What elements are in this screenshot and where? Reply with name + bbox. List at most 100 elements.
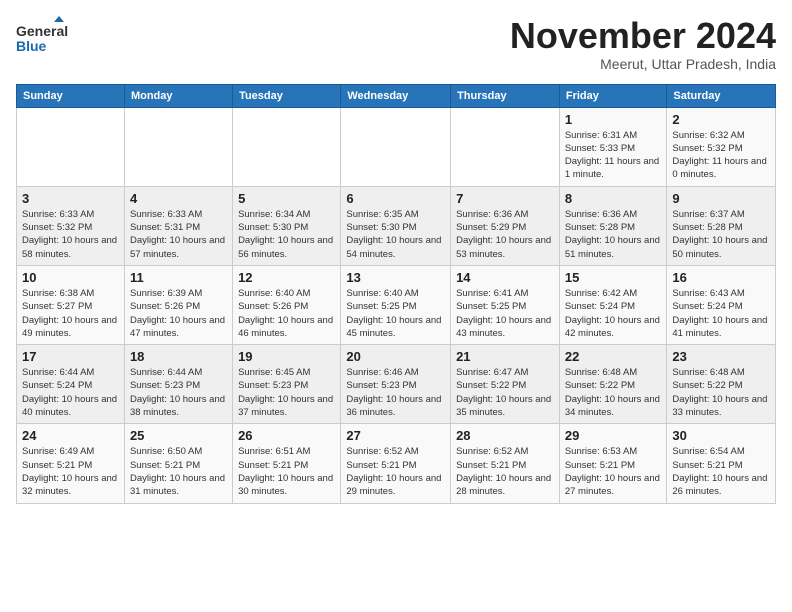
day-info: Sunrise: 6:31 AM Sunset: 5:33 PM Dayligh… bbox=[565, 129, 662, 182]
day-cell: 21Sunrise: 6:47 AM Sunset: 5:22 PM Dayli… bbox=[451, 345, 560, 424]
day-cell bbox=[17, 107, 125, 186]
day-number: 1 bbox=[565, 112, 662, 127]
day-info: Sunrise: 6:45 AM Sunset: 5:23 PM Dayligh… bbox=[238, 366, 335, 419]
day-number: 13 bbox=[346, 270, 445, 285]
day-number: 6 bbox=[346, 191, 445, 206]
day-number: 18 bbox=[130, 349, 227, 364]
day-cell: 5 Sunrise: 6:34 AM Sunset: 5:30 PM Daylig… bbox=[233, 186, 341, 265]
day-number: 26 bbox=[238, 428, 335, 443]
calendar-body: 1 Sunrise: 6:31 AM Sunset: 5:33 PM Daylig… bbox=[17, 107, 776, 503]
day-cell bbox=[341, 107, 451, 186]
day-number: 23 bbox=[672, 349, 770, 364]
day-number: 9 bbox=[672, 191, 770, 206]
day-info: Sunrise: 6:36 AM Sunset: 5:29 PM Dayligh… bbox=[456, 208, 554, 261]
header-row: SundayMondayTuesdayWednesdayThursdayFrid… bbox=[17, 84, 776, 107]
day-number: 28 bbox=[456, 428, 554, 443]
day-cell: 22 Sunrise: 6:48 AM Sunset: 5:22 PM Dayli… bbox=[559, 345, 667, 424]
day-info: Sunrise: 6:44 AM Sunset: 5:24 PM Dayligh… bbox=[22, 366, 119, 419]
subtitle: Meerut, Uttar Pradesh, India bbox=[510, 56, 776, 72]
day-cell: 19 Sunrise: 6:45 AM Sunset: 5:23 PM Dayli… bbox=[233, 345, 341, 424]
day-cell: 17 Sunrise: 6:44 AM Sunset: 5:24 PM Dayli… bbox=[17, 345, 125, 424]
day-number: 14 bbox=[456, 270, 554, 285]
day-cell: 20 Sunrise: 6:46 AM Sunset: 5:23 PM Dayli… bbox=[341, 345, 451, 424]
day-cell: 6 Sunrise: 6:35 AM Sunset: 5:30 PM Daylig… bbox=[341, 186, 451, 265]
day-cell: 28 Sunrise: 6:52 AM Sunset: 5:21 PM Dayli… bbox=[451, 424, 560, 503]
header: General Blue November 2024 Meerut, Uttar… bbox=[16, 16, 776, 72]
day-number: 15 bbox=[565, 270, 662, 285]
col-header-monday: Monday bbox=[124, 84, 232, 107]
day-cell: 8 Sunrise: 6:36 AM Sunset: 5:28 PM Daylig… bbox=[559, 186, 667, 265]
day-info: Sunrise: 6:39 AM Sunset: 5:26 PM Dayligh… bbox=[130, 287, 227, 340]
week-row-4: 24 Sunrise: 6:49 AM Sunset: 5:21 PM Dayli… bbox=[17, 424, 776, 503]
day-number: 4 bbox=[130, 191, 227, 206]
day-cell: 13 Sunrise: 6:40 AM Sunset: 5:25 PM Dayli… bbox=[341, 265, 451, 344]
day-info: Sunrise: 6:52 AM Sunset: 5:21 PM Dayligh… bbox=[456, 445, 554, 498]
day-number: 20 bbox=[346, 349, 445, 364]
col-header-thursday: Thursday bbox=[451, 84, 560, 107]
month-title: November 2024 bbox=[510, 16, 776, 56]
day-cell: 1 Sunrise: 6:31 AM Sunset: 5:33 PM Daylig… bbox=[559, 107, 667, 186]
week-row-1: 3Sunrise: 6:33 AM Sunset: 5:32 PM Daylig… bbox=[17, 186, 776, 265]
col-header-saturday: Saturday bbox=[667, 84, 776, 107]
day-info: Sunrise: 6:49 AM Sunset: 5:21 PM Dayligh… bbox=[22, 445, 119, 498]
day-cell: 12 Sunrise: 6:40 AM Sunset: 5:26 PM Dayli… bbox=[233, 265, 341, 344]
day-info: Sunrise: 6:42 AM Sunset: 5:24 PM Dayligh… bbox=[565, 287, 662, 340]
day-info: Sunrise: 6:44 AM Sunset: 5:23 PM Dayligh… bbox=[130, 366, 227, 419]
day-number: 25 bbox=[130, 428, 227, 443]
logo-icon: General Blue bbox=[16, 16, 68, 60]
calendar-header: SundayMondayTuesdayWednesdayThursdayFrid… bbox=[17, 84, 776, 107]
day-cell: 27 Sunrise: 6:52 AM Sunset: 5:21 PM Dayli… bbox=[341, 424, 451, 503]
day-cell: 10 Sunrise: 6:38 AM Sunset: 5:27 PM Dayli… bbox=[17, 265, 125, 344]
day-number: 8 bbox=[565, 191, 662, 206]
day-info: Sunrise: 6:48 AM Sunset: 5:22 PM Dayligh… bbox=[672, 366, 770, 419]
svg-text:General: General bbox=[16, 23, 68, 39]
day-info: Sunrise: 6:34 AM Sunset: 5:30 PM Dayligh… bbox=[238, 208, 335, 261]
day-number: 22 bbox=[565, 349, 662, 364]
day-info: Sunrise: 6:41 AM Sunset: 5:25 PM Dayligh… bbox=[456, 287, 554, 340]
day-number: 17 bbox=[22, 349, 119, 364]
day-number: 10 bbox=[22, 270, 119, 285]
day-cell: 15 Sunrise: 6:42 AM Sunset: 5:24 PM Dayli… bbox=[559, 265, 667, 344]
day-number: 7 bbox=[456, 191, 554, 206]
day-info: Sunrise: 6:40 AM Sunset: 5:25 PM Dayligh… bbox=[346, 287, 445, 340]
week-row-2: 10 Sunrise: 6:38 AM Sunset: 5:27 PM Dayli… bbox=[17, 265, 776, 344]
day-cell: 14 Sunrise: 6:41 AM Sunset: 5:25 PM Dayli… bbox=[451, 265, 560, 344]
day-info: Sunrise: 6:35 AM Sunset: 5:30 PM Dayligh… bbox=[346, 208, 445, 261]
day-number: 11 bbox=[130, 270, 227, 285]
day-info: Sunrise: 6:54 AM Sunset: 5:21 PM Dayligh… bbox=[672, 445, 770, 498]
day-number: 5 bbox=[238, 191, 335, 206]
day-cell: 23 Sunrise: 6:48 AM Sunset: 5:22 PM Dayli… bbox=[667, 345, 776, 424]
day-info: Sunrise: 6:33 AM Sunset: 5:32 PM Dayligh… bbox=[22, 208, 119, 261]
day-cell: 2 Sunrise: 6:32 AM Sunset: 5:32 PM Daylig… bbox=[667, 107, 776, 186]
day-cell: 3Sunrise: 6:33 AM Sunset: 5:32 PM Daylig… bbox=[17, 186, 125, 265]
day-number: 12 bbox=[238, 270, 335, 285]
logo: General Blue bbox=[16, 16, 68, 60]
day-cell: 18 Sunrise: 6:44 AM Sunset: 5:23 PM Dayli… bbox=[124, 345, 232, 424]
week-row-0: 1 Sunrise: 6:31 AM Sunset: 5:33 PM Daylig… bbox=[17, 107, 776, 186]
day-cell: 26Sunrise: 6:51 AM Sunset: 5:21 PM Dayli… bbox=[233, 424, 341, 503]
day-number: 29 bbox=[565, 428, 662, 443]
day-info: Sunrise: 6:50 AM Sunset: 5:21 PM Dayligh… bbox=[130, 445, 227, 498]
day-cell: 4 Sunrise: 6:33 AM Sunset: 5:31 PM Daylig… bbox=[124, 186, 232, 265]
day-info: Sunrise: 6:36 AM Sunset: 5:28 PM Dayligh… bbox=[565, 208, 662, 261]
day-info: Sunrise: 6:38 AM Sunset: 5:27 PM Dayligh… bbox=[22, 287, 119, 340]
day-cell: 25 Sunrise: 6:50 AM Sunset: 5:21 PM Dayli… bbox=[124, 424, 232, 503]
day-number: 27 bbox=[346, 428, 445, 443]
day-info: Sunrise: 6:40 AM Sunset: 5:26 PM Dayligh… bbox=[238, 287, 335, 340]
day-number: 19 bbox=[238, 349, 335, 364]
col-header-wednesday: Wednesday bbox=[341, 84, 451, 107]
day-cell: 24 Sunrise: 6:49 AM Sunset: 5:21 PM Dayli… bbox=[17, 424, 125, 503]
day-info: Sunrise: 6:52 AM Sunset: 5:21 PM Dayligh… bbox=[346, 445, 445, 498]
day-number: 2 bbox=[672, 112, 770, 127]
day-cell bbox=[451, 107, 560, 186]
day-cell: 29Sunrise: 6:53 AM Sunset: 5:21 PM Dayli… bbox=[559, 424, 667, 503]
day-info: Sunrise: 6:32 AM Sunset: 5:32 PM Dayligh… bbox=[672, 129, 770, 182]
col-header-tuesday: Tuesday bbox=[233, 84, 341, 107]
day-info: Sunrise: 6:46 AM Sunset: 5:23 PM Dayligh… bbox=[346, 366, 445, 419]
day-info: Sunrise: 6:43 AM Sunset: 5:24 PM Dayligh… bbox=[672, 287, 770, 340]
title-block: November 2024 Meerut, Uttar Pradesh, Ind… bbox=[510, 16, 776, 72]
day-cell bbox=[124, 107, 232, 186]
day-info: Sunrise: 6:33 AM Sunset: 5:31 PM Dayligh… bbox=[130, 208, 227, 261]
day-number: 24 bbox=[22, 428, 119, 443]
day-info: Sunrise: 6:48 AM Sunset: 5:22 PM Dayligh… bbox=[565, 366, 662, 419]
